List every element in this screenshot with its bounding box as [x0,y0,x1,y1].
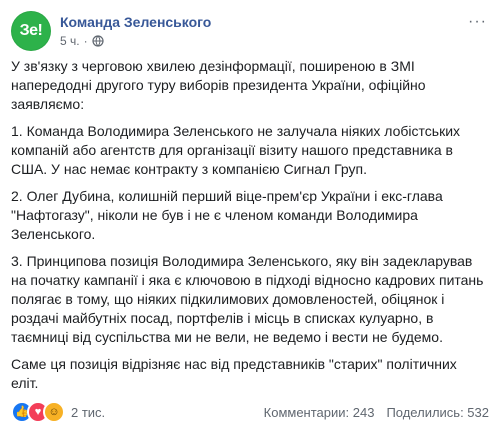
haha-reaction-icon: ☺ [43,401,65,423]
post-meta: 5 ч. · [60,34,104,48]
comments-count-link[interactable]: Комментарии: 243 [264,405,375,420]
shares-count-link[interactable]: Поделились: 532 [386,405,489,420]
post-header: Зе! Команда Зеленського 5 ч. · ··· [11,11,491,53]
post-footer: 👍 ♥ ☺ 2 тис. Комментарии: 243 Поделились… [11,399,489,425]
page-name-link[interactable]: Команда Зеленського [60,14,211,30]
engagement-stats: Комментарии: 243 Поделились: 532 [264,405,489,420]
post-time[interactable]: 5 ч. [60,34,80,48]
globe-icon[interactable] [91,35,104,47]
meta-separator: · [83,34,88,48]
post-text: У зв'язку з черговою хвилею дезінформаці… [11,57,487,401]
avatar[interactable]: Зе! [11,11,51,51]
facebook-post: Зе! Команда Зеленського 5 ч. · ··· У зв'… [0,0,501,431]
paragraph-2: 2. Олег Дубина, колишній перший віце-пре… [11,188,443,242]
paragraph-intro: У зв'язку з черговою хвилею дезінформаці… [11,58,426,112]
more-options-button[interactable]: ··· [468,13,487,31]
reaction-count[interactable]: 2 тис. [71,405,105,420]
paragraph-closing: Саме ця позиція відрізняє нас від предст… [11,356,457,391]
reactions-summary[interactable]: 👍 ♥ ☺ 2 тис. [11,401,105,423]
paragraph-3: 3. Принципова позиція Володимира Зеленсь… [11,253,484,345]
paragraph-1: 1. Команда Володимира Зеленського не зал… [11,123,461,177]
